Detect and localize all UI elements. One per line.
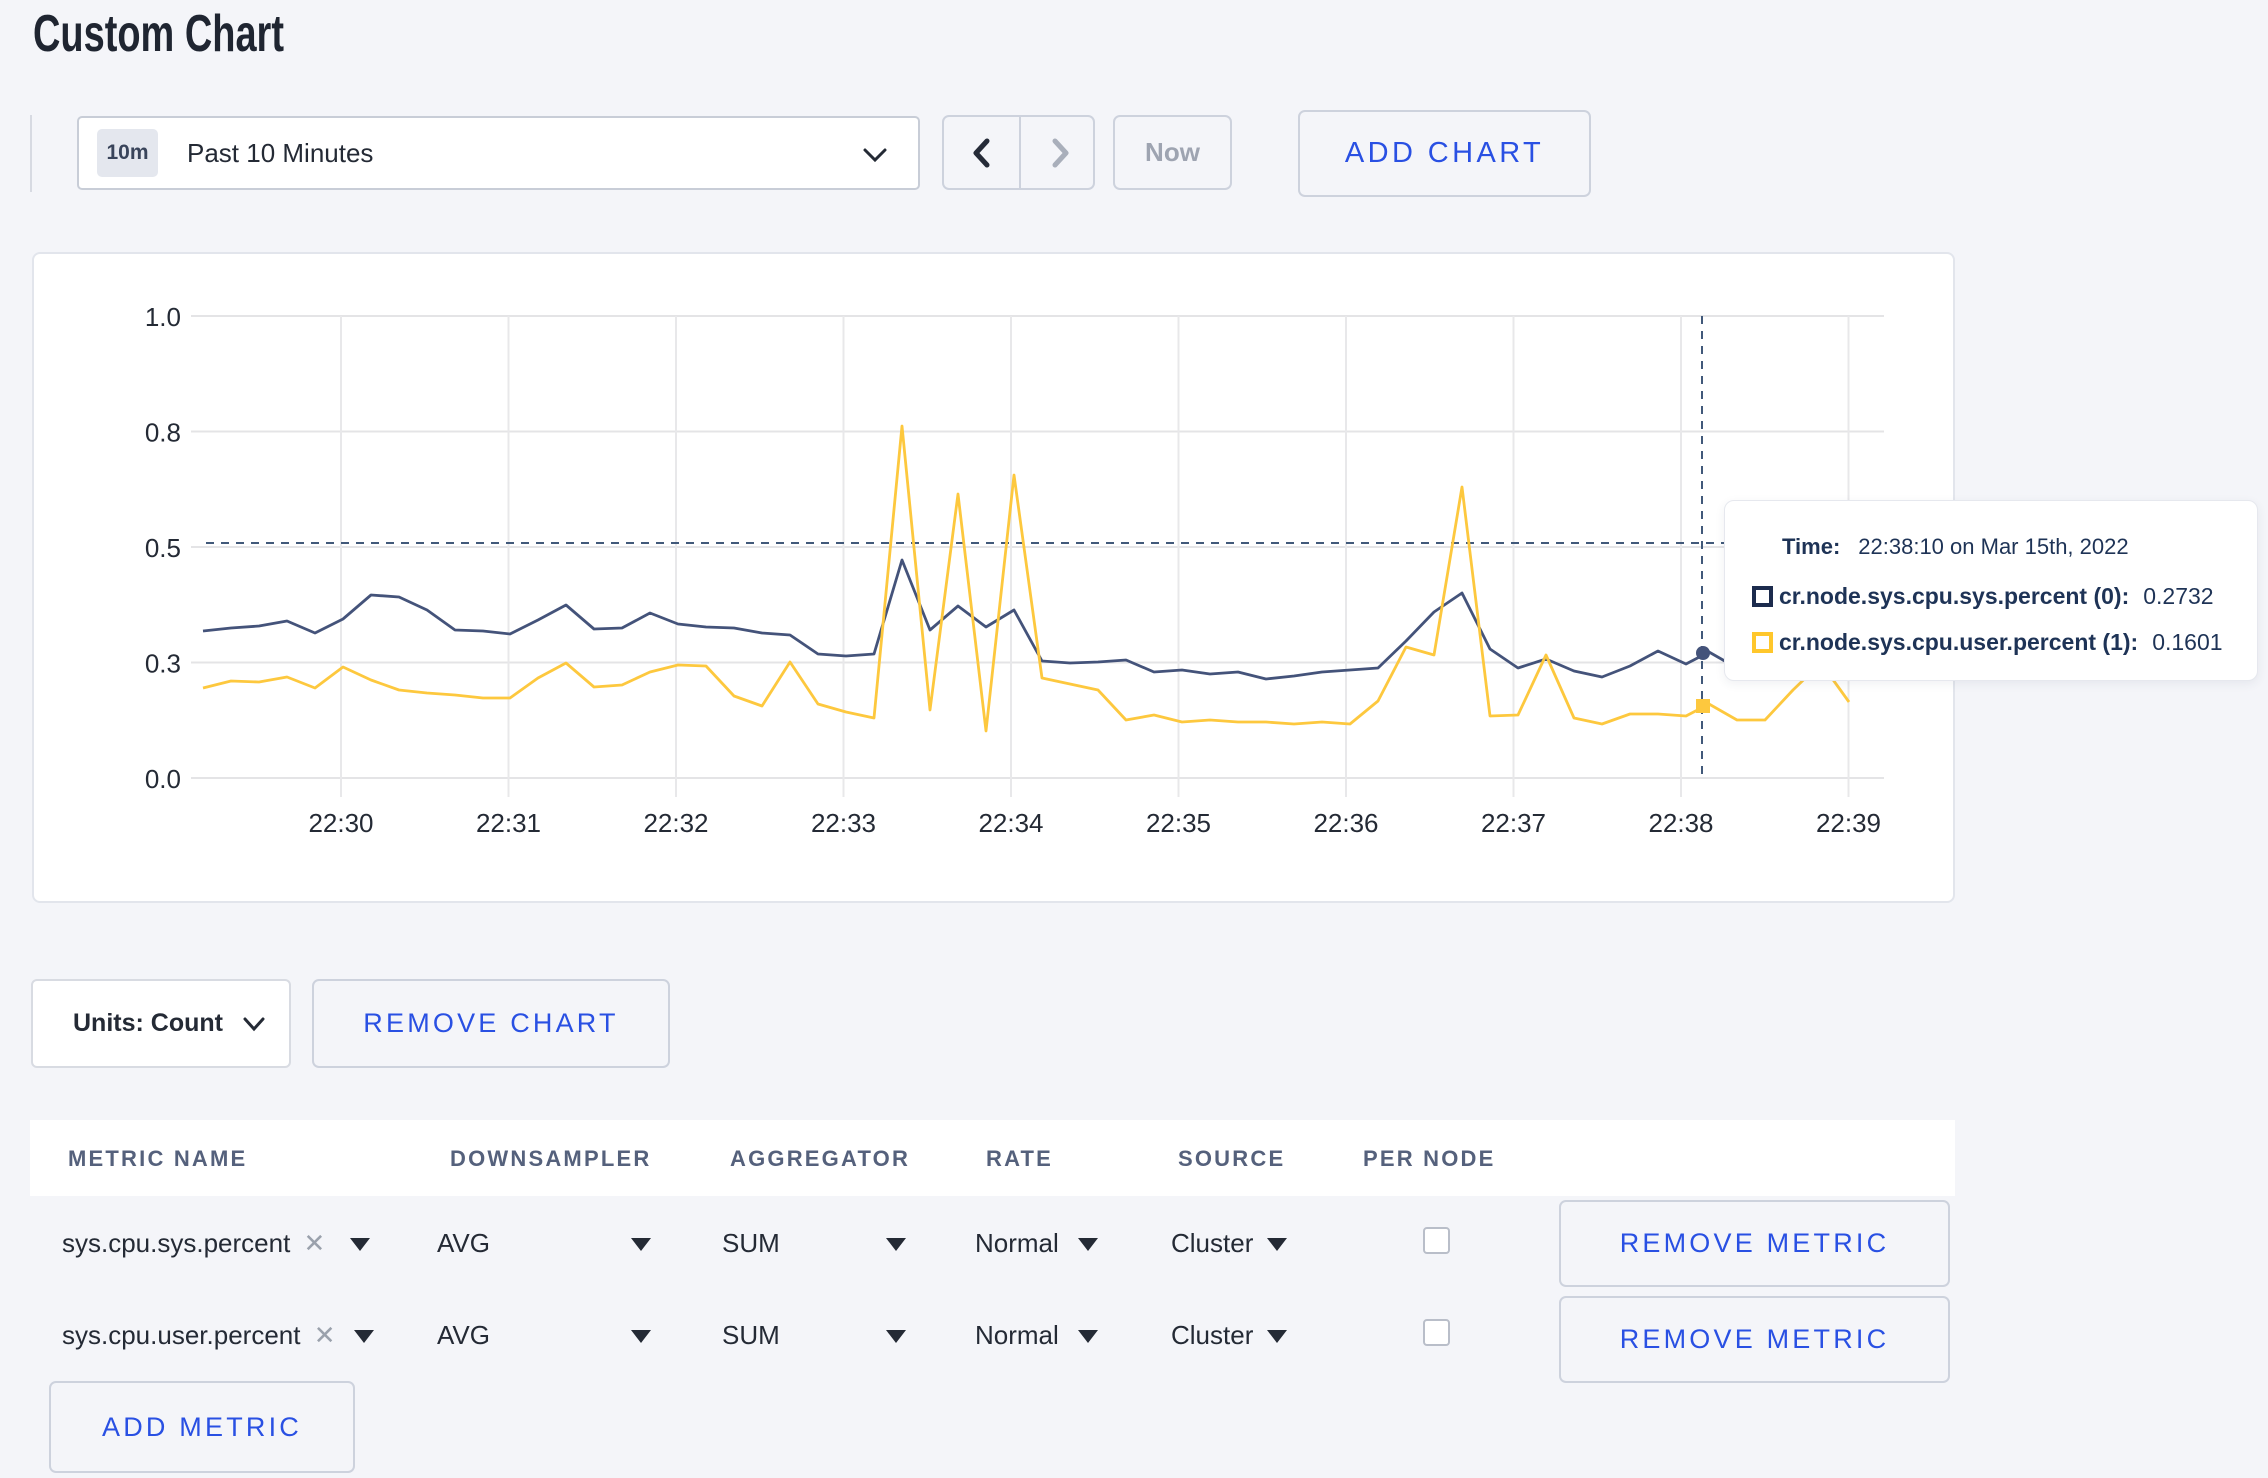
svg-text:1.0: 1.0 <box>145 302 181 332</box>
svg-text:0.8: 0.8 <box>145 418 181 448</box>
svg-text:22:35: 22:35 <box>1146 808 1211 838</box>
svg-text:22:33: 22:33 <box>811 808 876 838</box>
svg-text:22:37: 22:37 <box>1481 808 1546 838</box>
svg-text:22:36: 22:36 <box>1313 808 1378 838</box>
svg-text:0.3: 0.3 <box>145 649 181 679</box>
svg-text:22:31: 22:31 <box>476 808 541 838</box>
svg-text:22:39: 22:39 <box>1816 808 1881 838</box>
svg-text:0.0: 0.0 <box>145 764 181 794</box>
svg-text:22:30: 22:30 <box>308 808 373 838</box>
svg-text:0.5: 0.5 <box>145 533 181 563</box>
svg-text:22:38: 22:38 <box>1648 808 1713 838</box>
svg-text:22:34: 22:34 <box>978 808 1043 838</box>
svg-text:22:32: 22:32 <box>643 808 708 838</box>
